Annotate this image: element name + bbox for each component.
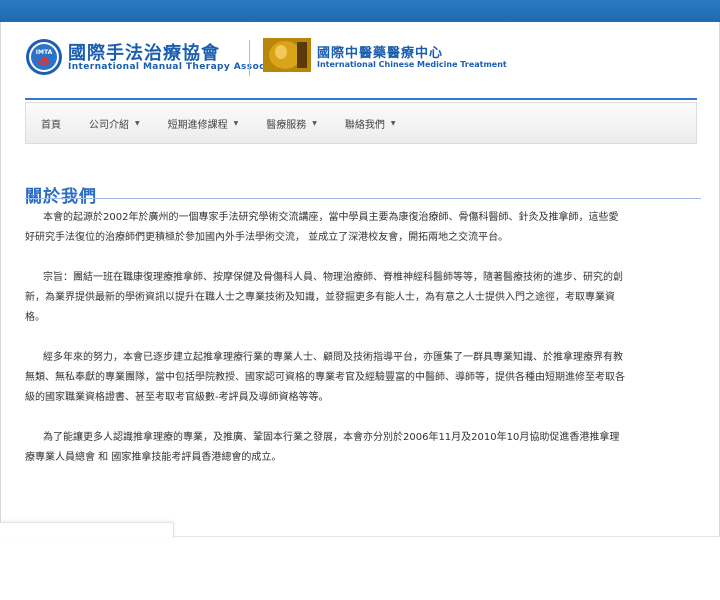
browser-top-bar (0, 0, 720, 22)
mission-paragraph: 宗旨：團結一班在職康復理療推拿師、按摩保健及骨傷科人員、物理治療師、脊椎神經科醫… (25, 272, 623, 323)
nav-item-courses[interactable]: 短期進修課程 ▼ (168, 103, 239, 143)
nav-item-label: 短期進修課程 (167, 119, 228, 131)
main-nav: 首頁 公司介紹 ▼ 短期進修課程 ▼ 醫療服務 ▼ 聯絡我們 ▼ (25, 102, 697, 144)
logo-divider (249, 40, 250, 76)
nav-item-label: 公司介紹 (89, 119, 129, 131)
paragraph-text: 為了能讓更多人認識推拿理療的專業，及推廣、鞏固本行業之發展，本會亦分別於2006… (43, 432, 570, 443)
history-paragraph: 經多年來的努力，本會已逐步建立起推拿理療行業的專業人士、顧問及技術指導平台，亦匯… (25, 352, 625, 403)
header-underline (25, 98, 697, 100)
paragraph-text: 本會的起源於2002年於廣州的一個專家手法研究學術交流講座，當中學員主要為康復治… (25, 212, 619, 243)
chevron-down-icon: ▼ (135, 119, 140, 127)
nav-item-home[interactable]: 首頁 (41, 103, 61, 143)
paragraph-text: 和 (95, 452, 112, 463)
title-underline (25, 198, 701, 199)
hk-national-assessor-association-link[interactable]: 國家推拿技能考評員香港總會 (111, 452, 241, 463)
footer-tab (0, 522, 174, 538)
paragraph-text: ，開拓兩地之交流平台。 (398, 232, 509, 243)
nav-item-label: 醫療服務 (266, 119, 307, 131)
chevron-down-icon: ▼ (312, 119, 317, 127)
paragraph-text: 的成立。 (241, 452, 282, 463)
nav-item-about[interactable]: 公司介紹 ▼ (89, 103, 140, 143)
chevron-down-icon: ▼ (390, 119, 396, 127)
nav-item-label: 首頁 (41, 119, 61, 131)
nav-item-label: 聯絡我們 (344, 119, 385, 131)
nav-item-medical-services[interactable]: 醫療服務 ▼ (266, 103, 317, 143)
page-title: 關於我們 (25, 187, 97, 207)
founding-paragraph: 為了能讓更多人認識推拿理療的專業，及推廣、鞏固本行業之發展，本會亦分別於2006… (25, 428, 625, 468)
chevron-down-icon: ▼ (233, 119, 239, 127)
intro-paragraph: 本會的起源於2002年於廣州的一個專家手法研究學術交流講座，當中學員主要為康復治… (25, 208, 625, 248)
chinese-medicine-logo-icon[interactable] (263, 38, 311, 72)
imta-badge-text: IMTA (36, 49, 53, 56)
page-container: IMTA 國際手法治療協會 International Manual Thera… (0, 22, 720, 537)
logo-secondary-chinese[interactable]: 國際中醫藥醫療中心 (317, 42, 443, 61)
site-header: IMTA 國際手法治療協會 International Manual Thera… (1, 22, 720, 100)
logo-secondary-english[interactable]: International Chinese Medicine Treatment (317, 60, 507, 69)
imta-logo-icon[interactable]: IMTA (25, 38, 63, 76)
alumni-association-link[interactable]: 深港校友會 (348, 232, 398, 243)
main-content: 本會的起源於2002年於廣州的一個專家手法研究學術交流講座，當中學員主要為康復治… (25, 208, 625, 488)
nav-item-contact[interactable]: 聯絡我們 ▼ (345, 103, 396, 143)
